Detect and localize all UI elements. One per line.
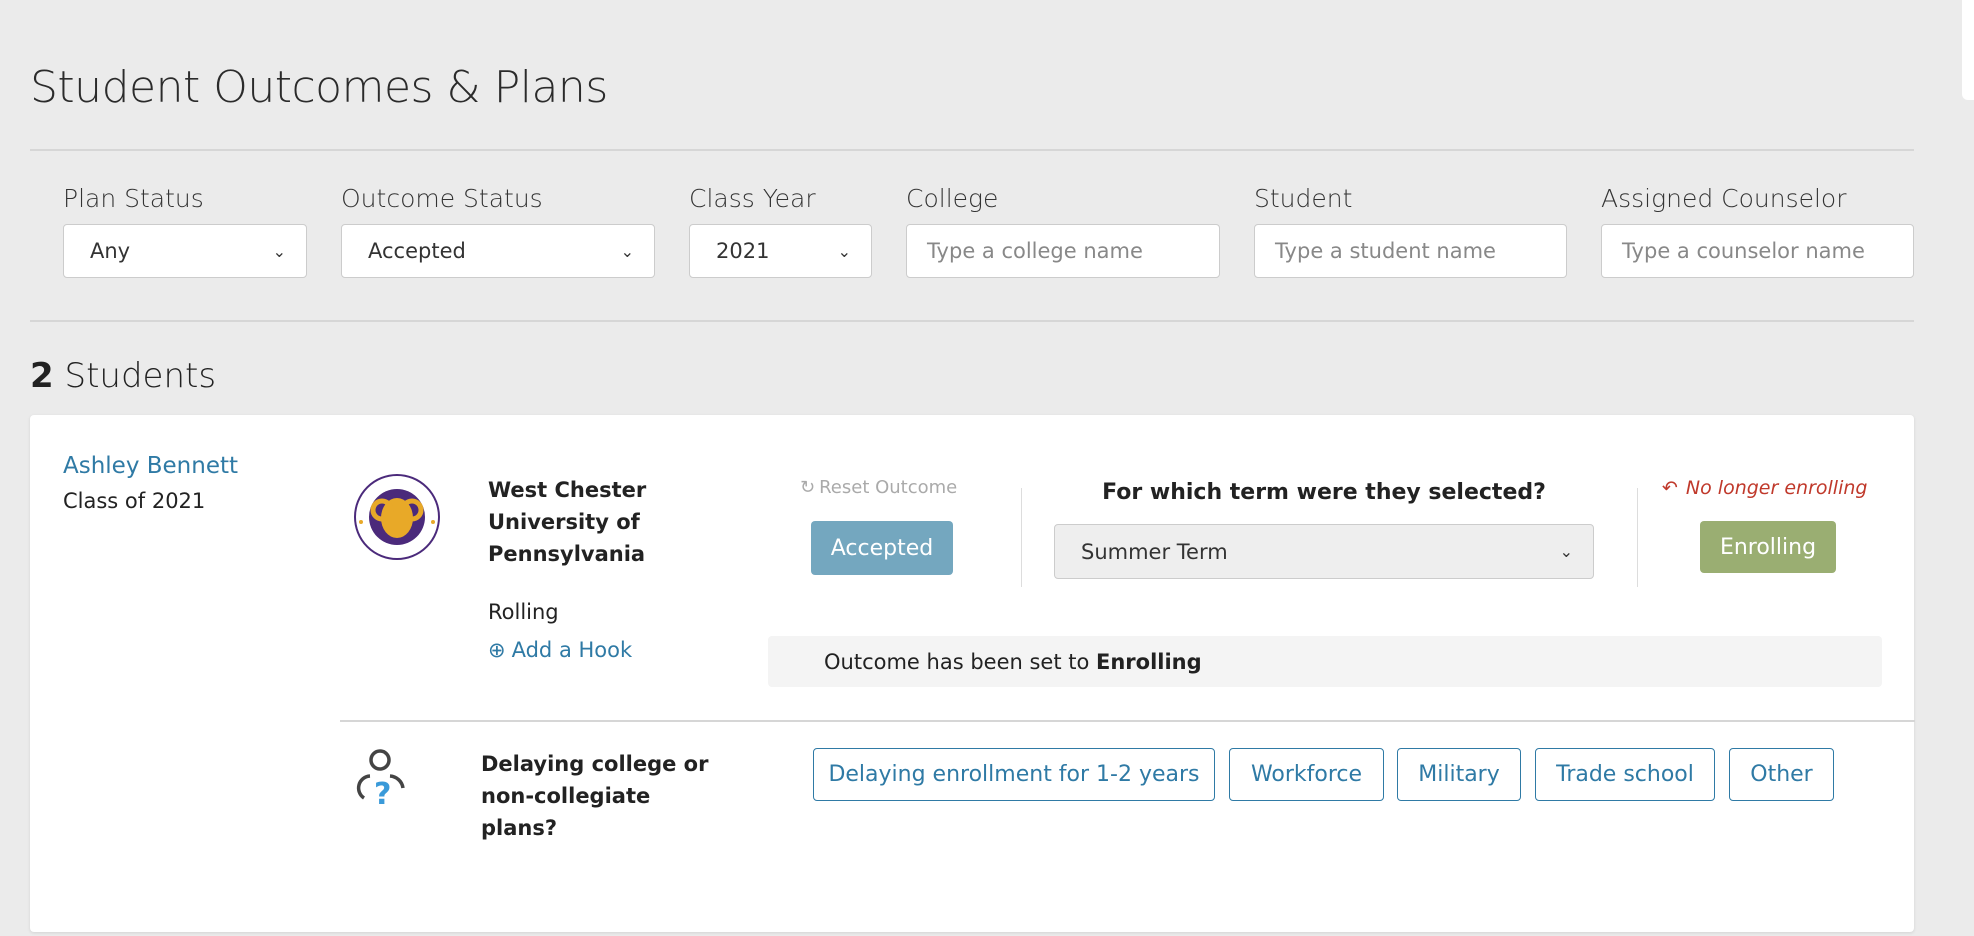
results-count: 2 Students [30,356,216,396]
svg-text:?: ? [374,777,391,808]
add-hook-label: Add a Hook [511,638,633,662]
plan-status-value: Any [90,239,131,263]
add-hook-link[interactable]: ⊕ Add a Hook [488,638,632,662]
count-label: Students [64,356,217,396]
filter-label-class-year: Class Year [689,184,816,213]
option-delaying-enrollment[interactable]: Delaying enrollment for 1-2 years [813,748,1215,801]
accepted-button[interactable]: Accepted [811,521,953,575]
option-military[interactable]: Military [1397,748,1521,801]
divider [1021,488,1022,587]
college-name-line: West Chester [488,478,647,502]
count-number: 2 [30,356,54,396]
college-input[interactable]: Type a college name [906,224,1220,278]
college-name: West Chester University of Pennsylvania [488,474,646,570]
divider [30,320,1914,322]
outcome-message: Outcome has been set to Enrolling [768,636,1882,687]
message-bold: Enrolling [1096,649,1202,674]
filter-label-counselor: Assigned Counselor [1601,184,1847,213]
college-name-line: University of [488,510,640,534]
filter-label-college: College [906,184,999,213]
chevron-down-icon: ⌄ [272,241,286,261]
term-question: For which term were they selected? [1102,480,1546,505]
class-year-value: 2021 [716,239,770,263]
divider [30,149,1914,151]
no-longer-enrolling-label: No longer enrolling [1685,477,1868,499]
plan-status-select[interactable]: Any ⌄ [63,224,307,278]
option-trade-school[interactable]: Trade school [1535,748,1715,801]
reset-outcome-link[interactable]: ↻ Reset Outcome [800,477,957,498]
chevron-down-icon: ⌄ [620,241,634,261]
delaying-line: non-collegiate [481,784,651,808]
message-text: Outcome has been set to [824,649,1096,674]
filter-label-student: Student [1254,184,1353,213]
filter-label-outcome-status: Outcome Status [341,184,543,213]
delaying-line: plans? [481,816,558,840]
chevron-down-icon: ⌄ [837,241,851,261]
term-select[interactable]: Summer Term ⌄ [1054,524,1594,579]
college-name-line: Pennsylvania [488,542,646,566]
refresh-icon: ↻ [800,477,816,498]
divider [340,720,1915,722]
filter-label-plan-status: Plan Status [63,184,204,213]
plus-circle-icon: ⊕ [488,638,506,662]
delaying-line: Delaying college or [481,752,709,776]
student-input[interactable]: Type a student name [1254,224,1567,278]
student-class: Class of 2021 [63,489,206,513]
college-logo [352,472,442,562]
no-longer-enrolling-link[interactable]: ↶ No longer enrolling [1662,477,1867,499]
term-value: Summer Term [1081,539,1228,564]
enrolling-button[interactable]: Enrolling [1700,521,1836,573]
undo-icon: ↶ [1662,477,1678,499]
class-year-select[interactable]: 2021 ⌄ [689,224,872,278]
student-name-link[interactable]: Ashley Bennett [63,453,238,479]
counselor-input[interactable]: Type a counselor name [1601,224,1914,278]
option-other[interactable]: Other [1729,748,1834,801]
chevron-down-icon: ⌄ [1559,542,1573,561]
scrollbar[interactable] [1962,0,1974,100]
divider [1637,488,1638,587]
deadline-type: Rolling [488,600,559,624]
reset-outcome-label: Reset Outcome [819,477,958,498]
outcome-status-value: Accepted [368,239,466,263]
person-question-icon: ? [350,748,410,812]
option-workforce[interactable]: Workforce [1229,748,1384,801]
page-title: Student Outcomes & Plans [30,62,608,113]
outcome-status-select[interactable]: Accepted ⌄ [341,224,655,278]
delaying-question: Delaying college or non-collegiate plans… [481,748,708,844]
